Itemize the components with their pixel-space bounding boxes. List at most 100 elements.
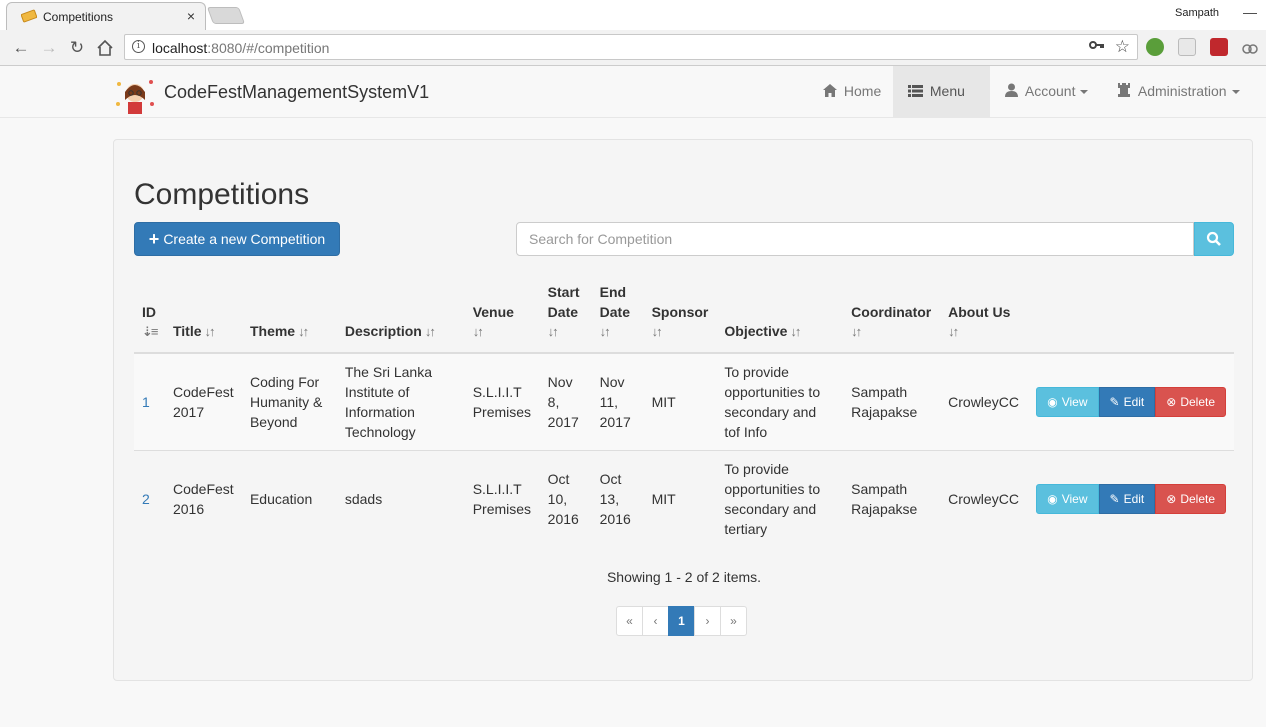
- create-competition-button[interactable]: + Create a new Competition: [134, 222, 340, 256]
- reload-icon[interactable]: ↻: [66, 37, 88, 59]
- col-description[interactable]: Description ↓↑: [336, 282, 465, 354]
- nav-administration[interactable]: Administration: [1102, 66, 1255, 117]
- extension-m-icon[interactable]: [1210, 38, 1228, 56]
- cell-theme: Education: [241, 450, 337, 547]
- nav-menu-label: Menu: [929, 83, 965, 99]
- table-row: 2 CodeFest 2016 Education sdads S.L.I.I.…: [134, 450, 1234, 547]
- cell-title: CodeFest 2017: [164, 352, 242, 451]
- col-objective[interactable]: Objective ↓↑: [716, 282, 844, 354]
- cell-id[interactable]: 2: [134, 450, 165, 547]
- browser-tabstrip: Competitions × Sampath —: [0, 0, 1266, 30]
- tower-icon: [1117, 83, 1135, 99]
- sort-icon: ↓↑: [599, 324, 611, 339]
- extension-cloud-icon[interactable]: [1241, 38, 1259, 56]
- page-1[interactable]: 1: [668, 606, 695, 636]
- sort-icon: ↓↑: [472, 324, 484, 339]
- cell-start-date: Oct 10, 2016: [539, 450, 592, 547]
- brand-name[interactable]: CodeFestManagementSystemV1: [164, 82, 429, 103]
- col-venue[interactable]: Venue ↓↑: [464, 282, 540, 354]
- url-text: localhost:8080/#/competition: [152, 40, 330, 56]
- back-icon[interactable]: ←: [10, 37, 32, 59]
- page-first[interactable]: «: [616, 606, 643, 636]
- sort-icon: ↓↑: [851, 324, 862, 339]
- table-header-row: ID ⇣≡ Title ↓↑ Theme ↓↑ Description ↓↑ Venue…: [134, 282, 1234, 354]
- cell-end-date: Oct 13, 2016: [591, 450, 644, 547]
- cell-actions: ◉ View ✎ Edit ⊗ Delete: [1028, 352, 1234, 451]
- cell-objective: To provide opportunities to secondary an…: [716, 450, 844, 547]
- extension-globe-icon[interactable]: [1146, 38, 1164, 56]
- nav-menu[interactable]: Menu: [893, 66, 990, 146]
- cell-coordinator: Sampath Rajapakse: [843, 450, 941, 547]
- pagination: «‹ 1 ›»: [616, 606, 747, 636]
- sort-icon: ↓↑: [948, 324, 959, 339]
- new-tab-button[interactable]: [206, 7, 246, 24]
- row-actions: ◉ View ✎ Edit ⊗ Delete: [1036, 387, 1226, 417]
- nav-account[interactable]: Account: [990, 66, 1103, 117]
- col-about-us[interactable]: About Us ↓↑: [940, 282, 1029, 354]
- nav-home-label: Home: [843, 83, 882, 99]
- sort-icon: ↓↑: [204, 324, 216, 339]
- nav-home[interactable]: Home: [808, 66, 896, 117]
- extension-pdf-icon[interactable]: [1178, 38, 1196, 56]
- edit-button[interactable]: ✎ Edit: [1098, 387, 1156, 417]
- home-icon: [823, 83, 841, 99]
- col-coordinator[interactable]: Coordinator ↓↑: [843, 282, 941, 354]
- page-last[interactable]: »: [720, 606, 747, 636]
- browser-tab[interactable]: Competitions ×: [6, 2, 206, 30]
- cell-venue: S.L.I.I.T Premises: [464, 450, 540, 547]
- create-competition-label: Create a new Competition: [163, 231, 326, 247]
- cell-description: The Sri Lanka Institute of Information T…: [336, 352, 465, 451]
- chevron-down-icon: [1080, 90, 1089, 95]
- cell-objective: To provide opportunities to secondary an…: [716, 352, 844, 451]
- sort-icon: ↓↑: [298, 324, 309, 339]
- cell-about-us: CrowleyCC: [940, 450, 1029, 547]
- edit-button[interactable]: ✎ Edit: [1098, 484, 1156, 514]
- sort-icon: ↓↑: [651, 324, 663, 339]
- minimize-icon[interactable]: —: [1243, 4, 1257, 20]
- sort-icon: ↓↑: [424, 324, 436, 339]
- tab-close-icon[interactable]: ×: [187, 8, 195, 24]
- info-icon[interactable]: i: [132, 40, 145, 53]
- address-bar[interactable]: i localhost:8080/#/competition ☆: [124, 34, 1138, 60]
- competition-id-link[interactable]: 2: [142, 491, 150, 507]
- nav-administration-label: Administration: [1137, 83, 1227, 99]
- home-page-icon[interactable]: [94, 37, 116, 59]
- delete-button[interactable]: ⊗ Delete: [1155, 387, 1226, 417]
- col-title[interactable]: Title ↓↑: [164, 282, 242, 354]
- items-count: Showing 1 - 2 of 2 items.: [606, 569, 762, 585]
- col-sponsor[interactable]: Sponsor ↓↑: [643, 282, 717, 354]
- competition-id-link[interactable]: 1: [142, 394, 150, 410]
- page-next[interactable]: ›: [694, 606, 721, 636]
- page-prev[interactable]: ‹: [642, 606, 669, 636]
- table-row: 1 CodeFest 2017 Coding For Humanity & Be…: [134, 352, 1234, 451]
- col-end-date[interactable]: End Date ↓↑: [591, 282, 644, 354]
- sort-icon: ↓↑: [547, 324, 559, 339]
- view-button[interactable]: ◉ View: [1036, 387, 1099, 417]
- delete-button[interactable]: ⊗ Delete: [1155, 484, 1226, 514]
- ticket-icon: [21, 9, 37, 23]
- search-input[interactable]: [516, 222, 1194, 256]
- logo-icon[interactable]: [114, 76, 156, 116]
- search-button[interactable]: [1194, 222, 1234, 256]
- cell-id[interactable]: 1: [134, 352, 165, 451]
- bookmark-star-icon[interactable]: ☆: [1115, 37, 1130, 57]
- profile-name[interactable]: Sampath: [1175, 7, 1219, 19]
- cell-theme: Coding For Humanity & Beyond: [241, 352, 337, 451]
- sort-desc-icon: ⇣≡: [142, 324, 158, 339]
- tab-title: Competitions: [43, 10, 114, 24]
- key-icon[interactable]: [1089, 38, 1105, 55]
- col-id[interactable]: ID ⇣≡: [134, 282, 165, 354]
- remove-circle-icon: ⊗: [1166, 492, 1177, 506]
- forward-icon[interactable]: →: [38, 37, 60, 59]
- page-title: Competitions: [134, 178, 310, 211]
- cell-description: sdads: [336, 450, 465, 547]
- eye-icon: ◉: [1047, 492, 1058, 506]
- col-actions: [1028, 282, 1234, 354]
- search-icon: [1206, 231, 1221, 246]
- eye-icon: ◉: [1047, 395, 1058, 409]
- row-actions: ◉ View ✎ Edit ⊗ Delete: [1036, 484, 1226, 514]
- col-theme[interactable]: Theme ↓↑: [241, 282, 337, 354]
- col-start-date[interactable]: Start Date ↓↑: [539, 282, 592, 354]
- plus-icon: +: [148, 229, 160, 249]
- view-button[interactable]: ◉ View: [1036, 484, 1099, 514]
